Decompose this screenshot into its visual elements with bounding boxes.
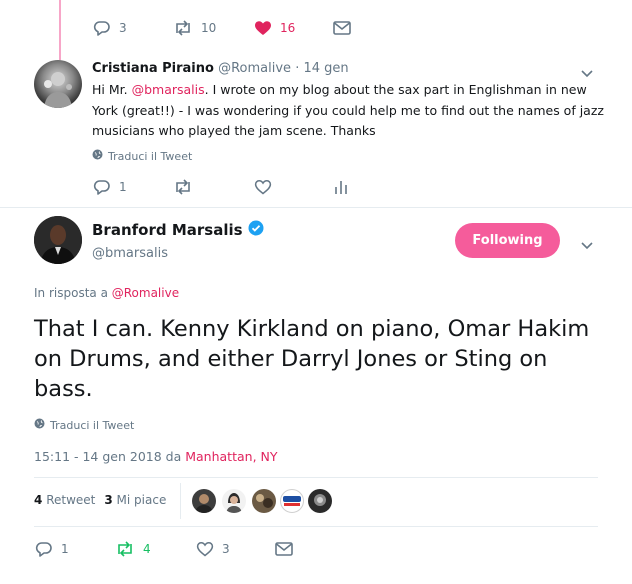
likes-count: 3	[104, 493, 113, 507]
tweet-menu-button[interactable]	[580, 236, 594, 255]
direct-message-button[interactable]	[333, 21, 351, 35]
likes-label: Mi piace	[116, 493, 167, 507]
retweet-button[interactable]: 10	[173, 20, 216, 36]
mention-link[interactable]: @bmarsalis	[132, 82, 205, 97]
text-pre: Hi Mr.	[92, 82, 132, 97]
reply-context: In risposta a @Romalive	[34, 286, 179, 300]
tweet-timestamp: 15:11 - 14 gen 2018 da Manhattan, NY	[34, 449, 278, 464]
date-separator: ·	[295, 61, 300, 76]
verified-badge-icon	[248, 220, 264, 240]
translate-tweet-button[interactable]: Traduci il Tweet	[92, 149, 192, 163]
reply-tweet-text: Hi Mr. @bmarsalis. I wrote on my blog ab…	[92, 80, 612, 142]
following-label: Following	[472, 233, 543, 248]
author-handle[interactable]: @Romalive	[218, 61, 291, 76]
following-button[interactable]: Following	[455, 223, 560, 258]
reply-count: 3	[119, 21, 127, 35]
avatar-photo	[34, 216, 82, 264]
reply-button[interactable]: 3	[93, 20, 127, 36]
chevron-down-icon	[580, 236, 594, 255]
timestamp-text[interactable]: 15:11 - 14 gen 2018 da	[34, 449, 185, 464]
retweets-label: Retweet	[46, 493, 96, 507]
retweet-count: 10	[201, 21, 217, 35]
author-name[interactable]: Branford Marsalis	[92, 221, 243, 239]
liker-avatar[interactable]	[222, 489, 246, 513]
heart-icon	[254, 179, 272, 195]
tweet-stats: 4 Retweet 3 Mi piace	[34, 493, 166, 507]
reply-count: 1	[119, 180, 127, 194]
reply-to-link[interactable]: @Romalive	[112, 286, 179, 300]
reply-count: 1	[61, 542, 69, 556]
retweet-count: 4	[143, 542, 151, 556]
liker-photo	[195, 494, 213, 513]
retweets-count: 4	[34, 493, 43, 507]
liker-logo	[283, 496, 301, 506]
liker-avatar[interactable]	[192, 489, 216, 513]
like-button[interactable]	[254, 179, 272, 195]
liker-photo	[256, 494, 273, 508]
main-author[interactable]: Branford Marsalis	[92, 220, 264, 240]
divider	[180, 483, 181, 519]
location-link[interactable]: Manhattan, NY	[185, 449, 277, 464]
reply-icon	[93, 179, 111, 195]
like-count: 16	[280, 21, 296, 35]
tweet-date[interactable]: 14 gen	[303, 61, 348, 76]
analytics-icon	[334, 179, 348, 195]
divider	[0, 207, 632, 208]
retweets-stat[interactable]: 4 Retweet	[34, 493, 95, 507]
reply-button[interactable]: 1	[93, 179, 127, 195]
globe-icon	[34, 418, 50, 432]
author-handle[interactable]: @bmarsalis	[92, 246, 168, 261]
author-name[interactable]: Cristiana Piraino	[92, 61, 214, 76]
tweet-activity-button[interactable]	[334, 179, 348, 195]
direct-message-button[interactable]	[275, 542, 293, 556]
avatar[interactable]	[34, 216, 82, 264]
envelope-icon	[275, 542, 293, 556]
like-button[interactable]: 16	[254, 20, 295, 36]
reply-to-prefix: In risposta a	[34, 286, 112, 300]
thread-line	[59, 0, 61, 60]
retweet-button[interactable]	[173, 179, 193, 195]
globe-icon	[92, 149, 108, 163]
avatar-photo	[44, 72, 72, 108]
translate-label: Traduci il Tweet	[50, 418, 135, 432]
like-button[interactable]: 3	[196, 541, 230, 557]
retweet-button[interactable]: 4	[115, 541, 151, 557]
liker-avatar[interactable]	[280, 489, 304, 513]
retweet-icon	[115, 541, 135, 557]
envelope-icon	[333, 21, 351, 35]
like-count: 3	[222, 542, 230, 556]
liker-photo	[314, 494, 326, 506]
avatar[interactable]	[34, 60, 82, 108]
reply-icon	[93, 20, 111, 36]
main-tweet-text: That I can. Kenny Kirkland on piano, Oma…	[34, 316, 590, 402]
reply-header: Cristiana Piraino @Romalive · 14 gen	[92, 61, 349, 76]
liker-avatar[interactable]	[252, 489, 276, 513]
retweet-icon	[173, 20, 193, 36]
reply-icon	[35, 541, 53, 557]
divider	[34, 477, 598, 478]
translate-label: Traduci il Tweet	[108, 149, 193, 163]
liker-photo	[226, 493, 242, 513]
liker-avatar[interactable]	[308, 489, 332, 513]
reply-button[interactable]: 1	[35, 541, 69, 557]
retweet-icon	[173, 179, 193, 195]
divider	[34, 526, 598, 527]
translate-tweet-button[interactable]: Traduci il Tweet	[34, 418, 134, 432]
heart-icon	[254, 20, 272, 36]
heart-icon	[196, 541, 214, 557]
likes-stat[interactable]: 3 Mi piace	[104, 493, 166, 507]
